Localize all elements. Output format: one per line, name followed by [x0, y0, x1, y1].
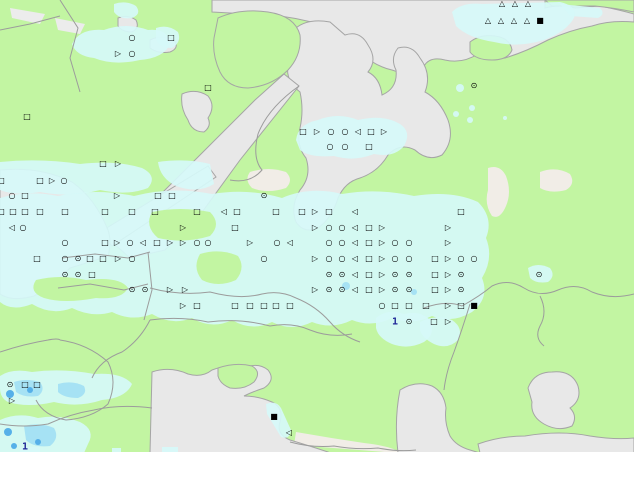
legend-band: Precipitation[mm]GFS 0.25 0.10.512510152…: [0, 452, 634, 490]
weather-map[interactable]: △ △ △ △ △ △ △ ■ ○ □ ▷ ○ □ ⊙ □ □ ▷ ○ ○ ◁ □ ▷ ○ ○ □ □ ▷ □ □ ▷ ○ ○ □ ▷ □ □ ⊙ □ □ □…: [0, 0, 634, 490]
map-geography: [0, 0, 634, 490]
